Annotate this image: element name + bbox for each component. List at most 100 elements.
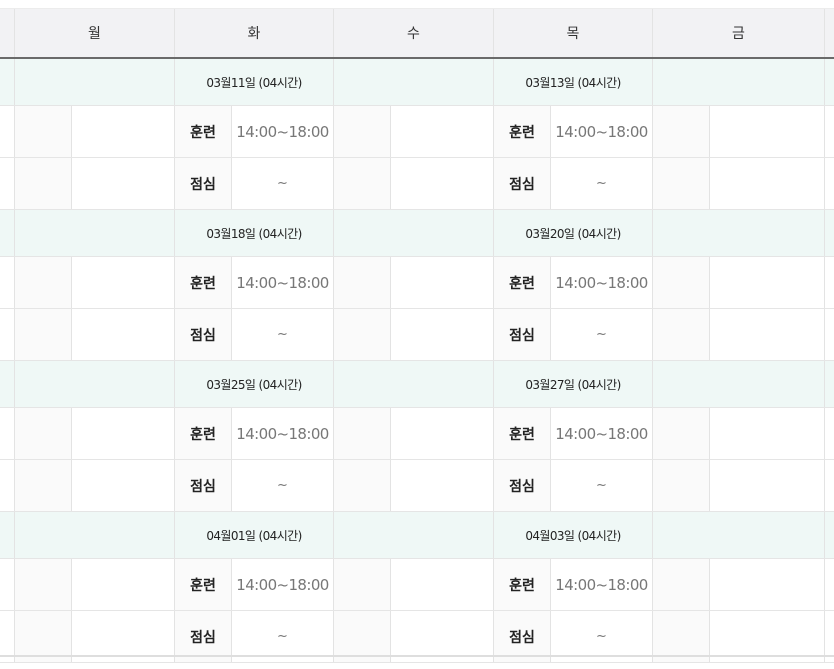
wed-time-cell	[390, 408, 493, 459]
thu-lunch-label: 점심	[493, 460, 550, 511]
training-row: 훈련 14:00~18:00 훈련 14:00~18:00	[0, 559, 834, 611]
header-mon: 월	[14, 9, 174, 57]
edge-cell	[824, 361, 834, 407]
fri-time-cell	[709, 158, 824, 209]
header-fri: 금	[652, 9, 824, 57]
thu-training-time: 14:00~18:00	[550, 559, 652, 610]
weeks-container: 03월11일 (04시간) 03월13일 (04시간) 훈련 14:00~18:…	[0, 59, 834, 663]
wed-label-cell	[333, 309, 390, 360]
fri-label-cell	[652, 559, 709, 610]
thu-training-time: 14:00~18:00	[550, 408, 652, 459]
tue-date: 04월01일 (04시간)	[174, 512, 333, 558]
header-edge	[824, 9, 834, 57]
fri-label-cell	[652, 257, 709, 308]
mon-label-cell	[14, 106, 71, 157]
tue-lunch-time: ~	[231, 158, 333, 209]
thu-date: 03월27일 (04시간)	[493, 361, 652, 407]
mon-time-cell	[71, 106, 174, 157]
date-row: 03월25일 (04시간) 03월27일 (04시간)	[0, 361, 834, 408]
wed-time-cell	[390, 559, 493, 610]
lunch-row: 점심 ~ 점심 ~	[0, 309, 834, 361]
date-row: 03월18일 (04시간) 03월20일 (04시간)	[0, 210, 834, 257]
tue-date: 03월25일 (04시간)	[174, 361, 333, 407]
fri-label-cell	[652, 106, 709, 157]
header-tue: 화	[174, 9, 333, 57]
fri-date-cell	[652, 512, 824, 558]
edge-cell	[824, 408, 834, 459]
thu-lunch-time: ~	[550, 460, 652, 511]
edge-cell	[824, 257, 834, 308]
thu-lunch-time: ~	[550, 158, 652, 209]
fri-time-cell	[709, 460, 824, 511]
fri-date-cell	[652, 361, 824, 407]
tue-training-label: 훈련	[174, 257, 231, 308]
mon-label-cell	[14, 309, 71, 360]
tue-training-label: 훈련	[174, 408, 231, 459]
edge-cell	[824, 158, 834, 209]
tue-training-time: 14:00~18:00	[231, 408, 333, 459]
header-thu: 목	[493, 9, 652, 57]
wed-time-cell	[390, 106, 493, 157]
tue-lunch-time: ~	[231, 460, 333, 511]
fri-label-cell	[652, 309, 709, 360]
wed-date-cell	[333, 361, 493, 407]
edge-cell	[824, 210, 834, 256]
lunch-row: 점심 ~ 점심 ~	[0, 460, 834, 512]
thu-training-label: 훈련	[493, 559, 550, 610]
fri-time-cell	[709, 106, 824, 157]
wed-time-cell	[390, 158, 493, 209]
mon-time-cell	[71, 309, 174, 360]
edge-cell	[824, 559, 834, 610]
wed-label-cell	[333, 559, 390, 610]
mon-time-cell	[71, 408, 174, 459]
schedule-table: 월 화 수 목 금 03월11일 (04시간) 03월13일 (04시간) 훈련…	[0, 8, 834, 663]
tue-training-time: 14:00~18:00	[231, 559, 333, 610]
tue-lunch-label: 점심	[174, 309, 231, 360]
mon-time-cell	[71, 158, 174, 209]
fri-time-cell	[709, 257, 824, 308]
wed-time-cell	[390, 460, 493, 511]
tue-training-label: 훈련	[174, 559, 231, 610]
thu-date: 04월03일 (04시간)	[493, 512, 652, 558]
thu-lunch-label: 점심	[493, 309, 550, 360]
thu-lunch-label: 점심	[493, 158, 550, 209]
mon-label-cell	[14, 408, 71, 459]
fri-date-cell	[652, 59, 824, 105]
wed-label-cell	[333, 106, 390, 157]
edge-cell	[824, 106, 834, 157]
mon-label-cell	[14, 257, 71, 308]
edge-cell	[824, 512, 834, 558]
lunch-row: 점심 ~ 점심 ~	[0, 158, 834, 210]
header-wed: 수	[333, 9, 493, 57]
mon-time-cell	[71, 460, 174, 511]
edge-cell	[824, 460, 834, 511]
wed-label-cell	[333, 257, 390, 308]
tue-training-time: 14:00~18:00	[231, 106, 333, 157]
training-row: 훈련 14:00~18:00 훈련 14:00~18:00	[0, 408, 834, 460]
wed-time-cell	[390, 257, 493, 308]
training-row: 훈련 14:00~18:00 훈련 14:00~18:00	[0, 106, 834, 158]
thu-training-label: 훈련	[493, 408, 550, 459]
fri-time-cell	[709, 559, 824, 610]
thu-training-label: 훈련	[493, 257, 550, 308]
tue-lunch-label: 점심	[174, 460, 231, 511]
edge-cell	[824, 59, 834, 105]
date-row: 04월01일 (04시간) 04월03일 (04시간)	[0, 512, 834, 559]
table-header: 월 화 수 목 금	[0, 8, 834, 59]
fri-label-cell	[652, 408, 709, 459]
wed-label-cell	[333, 158, 390, 209]
tue-training-time: 14:00~18:00	[231, 257, 333, 308]
tue-lunch-time: ~	[231, 309, 333, 360]
thu-lunch-time: ~	[550, 309, 652, 360]
mon-label-cell	[14, 559, 71, 610]
mon-date-cell	[14, 59, 174, 105]
mon-time-cell	[71, 257, 174, 308]
training-row: 훈련 14:00~18:00 훈련 14:00~18:00	[0, 257, 834, 309]
tue-training-label: 훈련	[174, 106, 231, 157]
thu-training-time: 14:00~18:00	[550, 106, 652, 157]
thu-training-time: 14:00~18:00	[550, 257, 652, 308]
fri-label-cell	[652, 460, 709, 511]
mon-label-cell	[14, 158, 71, 209]
mon-date-cell	[14, 512, 174, 558]
mon-label-cell	[14, 460, 71, 511]
